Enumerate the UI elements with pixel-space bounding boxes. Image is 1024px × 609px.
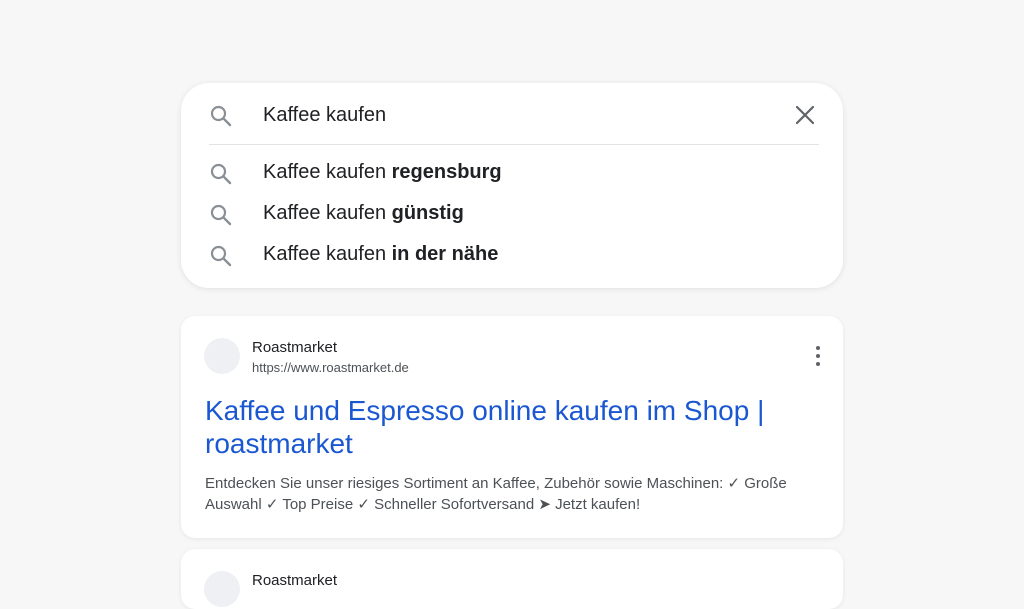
suggestion-item[interactable]: Kaffee kaufen regensburg (181, 153, 843, 193)
suggestion-item[interactable]: Kaffee kaufen in der nähe (181, 235, 843, 275)
suggestion-text: Kaffee kaufen regensburg (263, 161, 502, 183)
suggestion-text: Kaffee kaufen in der nähe (263, 243, 499, 265)
suggestion-item[interactable]: Kaffee kaufen günstig (181, 194, 843, 234)
result-title-link[interactable]: Kaffee und Espresso online kaufen im Sho… (205, 394, 805, 460)
search-icon (209, 203, 233, 227)
result-url[interactable]: https://www.roastmarket.de (252, 360, 409, 375)
search-icon (209, 162, 233, 186)
result-site-name: Roastmarket (252, 339, 338, 356)
site-favicon (204, 338, 240, 374)
result-site-name: Roastmarket (252, 572, 338, 589)
search-result-card: Roastmarket https://www.roastmarket.de K… (181, 316, 843, 538)
search-icon[interactable] (209, 104, 233, 128)
search-box: Kaffee kaufen regensburg Kaffee kaufen g… (181, 83, 843, 288)
search-result-card: Roastmarket (181, 549, 843, 609)
suggestion-text: Kaffee kaufen günstig (263, 202, 464, 224)
search-icon (209, 244, 233, 268)
more-vert-icon[interactable] (810, 344, 826, 368)
close-icon[interactable] (793, 103, 817, 127)
search-row (181, 83, 843, 145)
site-favicon (204, 571, 240, 607)
search-input[interactable] (263, 101, 783, 129)
search-divider (209, 144, 819, 145)
result-snippet: Entdecken Sie unser riesiges Sortiment a… (205, 475, 787, 513)
